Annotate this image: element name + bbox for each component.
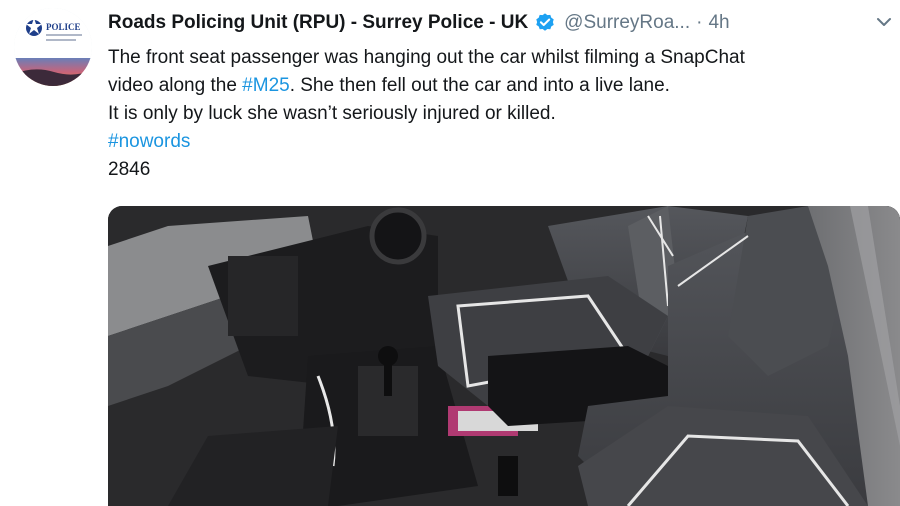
separator-dot: · xyxy=(696,12,703,33)
tweet-text-line-2: video along the #M25. She then fell out … xyxy=(108,72,888,100)
tweet: POLICE Roads Policing Unit (RPU) - Surre… xyxy=(0,0,900,506)
tweet-text-line-3: It is only by luck she wasn’t seriously … xyxy=(108,100,888,128)
text-segment: . She then fell out the car and into a l… xyxy=(289,75,670,96)
text-segment: video along the xyxy=(108,75,243,96)
tweet-text-line-1: The front seat passenger was hanging out… xyxy=(108,44,888,72)
verified-badge-icon xyxy=(534,12,556,34)
car-interior-image xyxy=(108,206,900,506)
author-name[interactable]: Roads Policing Unit (RPU) - Surrey Polic… xyxy=(108,12,528,34)
timestamp[interactable]: 4h xyxy=(708,12,729,34)
tweet-media-photo[interactable] xyxy=(108,206,900,506)
chevron-down-icon[interactable] xyxy=(874,12,894,32)
text-segment: It is only by luck she wasn’t seriously … xyxy=(108,103,556,124)
tweet-text: The front seat passenger was hanging out… xyxy=(108,44,888,184)
hashtag-link-m25[interactable]: #M25 xyxy=(242,75,290,96)
reference-number: 2846 xyxy=(108,159,151,180)
police-crest-avatar-image: POLICE xyxy=(14,8,92,86)
hashtag-link-nowords[interactable]: #nowords xyxy=(108,128,888,156)
avatar[interactable]: POLICE xyxy=(14,8,92,86)
tweet-header: Roads Policing Unit (RPU) - Surrey Polic… xyxy=(108,10,730,36)
author-handle[interactable]: @SurreyRoa... xyxy=(564,12,690,34)
avatar-badge-text: POLICE xyxy=(46,22,81,32)
text-segment: The front seat passenger was hanging out… xyxy=(108,47,745,68)
